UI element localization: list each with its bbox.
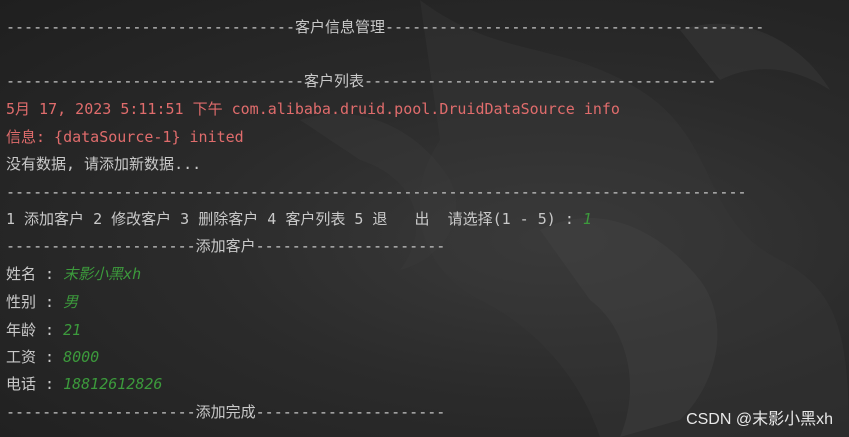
field-phone-line: 电话 : 18812612826 (6, 374, 162, 394)
field-gender-line: 性别 : 男 (6, 292, 78, 312)
no-data-message: 没有数据, 请添加新数据... (6, 155, 202, 173)
field-label: 电话 : (6, 375, 64, 393)
field-label: 年龄 : (6, 321, 64, 339)
field-value: 8000 (63, 348, 100, 366)
field-value: 末影小黑xh (63, 265, 142, 283)
separator-line: ----------------------------------------… (6, 183, 747, 201)
log-line-2: 信息: {dataSource-1} inited (6, 128, 244, 146)
field-value: 21 (63, 321, 82, 339)
csdn-watermark: CSDN @末影小黑xh (686, 411, 833, 428)
add-customer-header: ---------------------添加客户---------------… (6, 237, 446, 255)
field-label: 工资 : (6, 348, 64, 366)
menu-prompt: 1 添加客户 2 修改客户 3 删除客户 4 客户列表 5 退 出 请选择(1 … (6, 210, 583, 228)
field-age-line: 年龄 : 21 (6, 320, 81, 340)
header-line: --------------------------------客户信息管理--… (6, 18, 765, 36)
add-done-line: ---------------------添加完成---------------… (6, 403, 446, 421)
list-header-line: ---------------------------------客户列表---… (6, 72, 717, 90)
log-line-1: 5月 17, 2023 5:11:51 下午 com.alibaba.druid… (6, 100, 620, 118)
field-value: 男 (63, 293, 79, 311)
field-salary-line: 工资 : 8000 (6, 347, 99, 367)
field-name-line: 姓名 : 末影小黑xh (6, 264, 141, 284)
menu-input: 1 (582, 210, 592, 228)
field-label: 姓名 : (6, 265, 64, 283)
menu-line: 1 添加客户 2 修改客户 3 删除客户 4 客户列表 5 退 出 请选择(1 … (6, 209, 592, 229)
field-value: 18812612826 (63, 375, 163, 393)
field-label: 性别 : (6, 293, 64, 311)
